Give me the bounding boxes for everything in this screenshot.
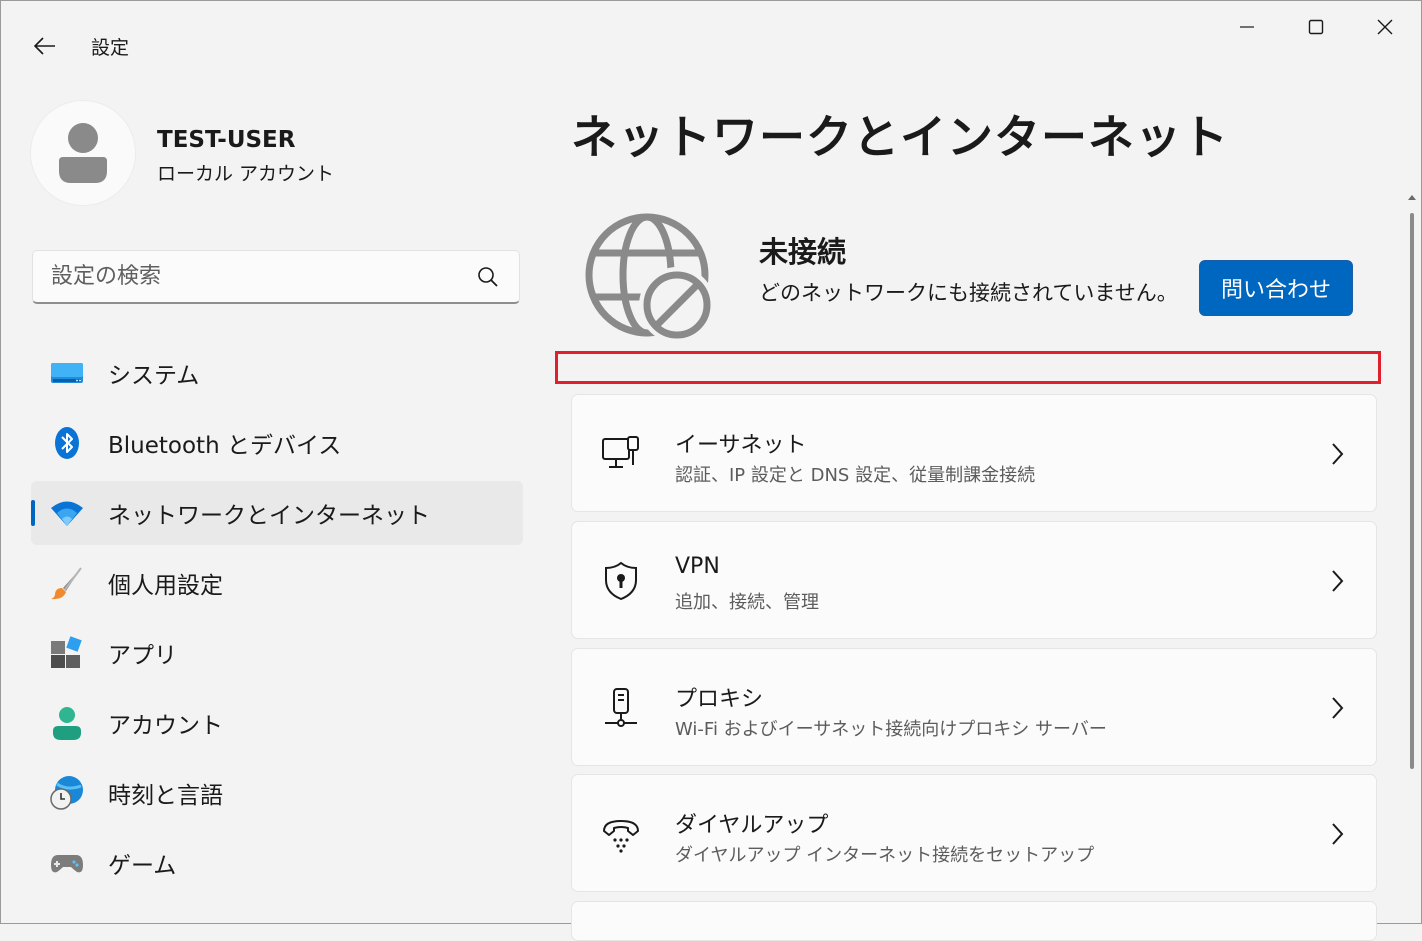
sidebar-item-label: Bluetooth とデバイス xyxy=(108,433,342,459)
close-icon xyxy=(1377,19,1393,35)
account-type: ローカル アカウント xyxy=(157,163,335,185)
card-subtitle: ダイヤルアップ インターネット接続をセットアップ xyxy=(675,845,1095,866)
search-input[interactable] xyxy=(33,251,463,301)
back-button[interactable] xyxy=(25,29,65,63)
apps-icon xyxy=(51,636,82,668)
card-subtitle: 認証、IP 設定と DNS 設定、従量制課金接続 xyxy=(675,465,1036,486)
sidebar-item-network[interactable]: ネットワークとインターネット xyxy=(31,481,523,545)
proxy-icon xyxy=(605,688,637,727)
gamepad-icon xyxy=(51,855,83,873)
connection-status-title: 未接続 xyxy=(759,235,847,269)
sidebar-item-time-language[interactable]: 時刻と言語 xyxy=(31,761,523,825)
highlight-annotation-box xyxy=(555,351,1381,384)
account-icon xyxy=(53,707,81,740)
title-bar: 設定 xyxy=(1,1,1422,91)
sidebar-item-label: アプリ xyxy=(108,643,177,669)
sidebar-item-gaming[interactable]: ゲーム xyxy=(31,831,523,895)
sidebar-item-label: ネットワークとインターネット xyxy=(108,503,430,529)
user-avatar-icon xyxy=(59,123,107,183)
avatar xyxy=(31,101,135,205)
settings-search[interactable] xyxy=(32,250,520,304)
card-subtitle: 追加、接続、管理 xyxy=(675,592,819,613)
minimize-icon xyxy=(1240,26,1254,28)
maximize-icon xyxy=(1308,19,1324,35)
settings-window: 設定 TEST-USER ローカル アカウント 設定の検索 システム Bluet… xyxy=(0,0,1422,941)
card-proxy[interactable]: プロキシ Wi-Fi およびイーサネット接続向けプロキシ サーバー xyxy=(571,648,1377,766)
time-language-icon xyxy=(50,776,83,810)
wifi-icon xyxy=(51,501,83,526)
card-subtitle: Wi-Fi およびイーサネット接続向けプロキシ サーバー xyxy=(675,719,1107,740)
sidebar-item-label: アカウント xyxy=(108,713,223,739)
sidebar-item-system[interactable]: システム xyxy=(31,341,523,405)
chevron-right-icon xyxy=(1332,697,1344,719)
card-ethernet[interactable]: イーサネット 認証、IP 設定と DNS 設定、従量制課金接続 xyxy=(571,394,1377,512)
vpn-shield-icon xyxy=(605,561,637,601)
sidebar-item-apps[interactable]: アプリ xyxy=(31,621,523,685)
app-title: 設定 xyxy=(91,37,130,59)
sidebar-item-bluetooth[interactable]: Bluetooth とデバイス xyxy=(31,411,523,475)
card-vpn[interactable]: VPN 追加、接続、管理 xyxy=(571,521,1377,639)
search-icon[interactable] xyxy=(477,266,499,288)
globe-disconnected-icon xyxy=(585,213,715,343)
connection-status-subtitle: どのネットワークにも接続されていません。 xyxy=(759,281,1178,305)
card-title: イーサネット xyxy=(675,433,807,458)
card-next-partial[interactable] xyxy=(571,901,1377,941)
sidebar-item-label: 時刻と言語 xyxy=(108,783,223,809)
dialup-icon xyxy=(603,820,639,853)
minimize-button[interactable] xyxy=(1217,7,1277,47)
card-title: VPN xyxy=(675,554,720,579)
ethernet-icon xyxy=(602,436,639,468)
sidebar-item-label: 個人用設定 xyxy=(108,573,223,599)
chevron-right-icon xyxy=(1332,443,1344,465)
user-name: TEST-USER xyxy=(157,127,296,153)
scrollbar-thumb[interactable] xyxy=(1410,213,1414,769)
sidebar-item-label: ゲーム xyxy=(108,853,177,879)
system-icon xyxy=(51,363,83,383)
sidebar-item-personalization[interactable]: 個人用設定 xyxy=(31,551,523,615)
back-arrow-icon xyxy=(34,37,55,55)
sidebar-item-label: システム xyxy=(108,363,200,389)
chevron-right-icon xyxy=(1332,570,1344,592)
user-profile[interactable]: TEST-USER ローカル アカウント xyxy=(31,101,531,211)
bluetooth-icon xyxy=(55,427,79,459)
scroll-up-arrow-icon[interactable] xyxy=(1405,191,1419,205)
close-button[interactable] xyxy=(1355,7,1415,47)
card-title: ダイヤルアップ xyxy=(675,813,829,838)
card-dialup[interactable]: ダイヤルアップ ダイヤルアップ インターネット接続をセットアップ xyxy=(571,774,1377,892)
chevron-right-icon xyxy=(1332,823,1344,845)
card-title: プロキシ xyxy=(675,687,764,712)
page-title: ネットワークとインターネット xyxy=(571,110,1229,164)
brush-icon xyxy=(51,567,82,600)
active-indicator xyxy=(31,500,35,526)
contact-support-button[interactable]: 問い合わせ xyxy=(1199,260,1353,316)
sidebar-item-accounts[interactable]: アカウント xyxy=(31,691,523,755)
sidebar-nav: システム Bluetooth とデバイス ネットワークとインターネット 個人用設… xyxy=(31,341,523,901)
maximize-button[interactable] xyxy=(1286,7,1346,47)
